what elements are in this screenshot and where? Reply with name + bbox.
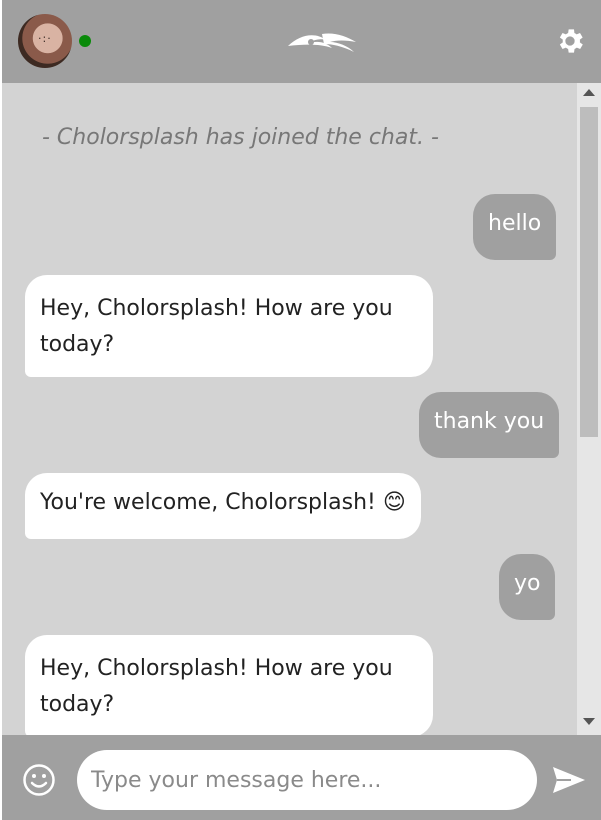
chat-widget: ·:· - Cholorsplash has joined the chat. … bbox=[0, 0, 601, 820]
scroll-up-arrow-icon[interactable] bbox=[583, 89, 595, 96]
scroll-thumb[interactable] bbox=[580, 107, 598, 437]
incoming-message: Hey, Cholorsplash! How are you today? bbox=[25, 635, 433, 735]
scroll-down-arrow-icon[interactable] bbox=[583, 718, 595, 725]
message-input[interactable] bbox=[77, 750, 537, 810]
smiley-icon[interactable] bbox=[22, 763, 56, 797]
outgoing-message: hello bbox=[473, 194, 557, 260]
outgoing-message: thank you bbox=[419, 392, 560, 458]
brand-logo-icon bbox=[288, 33, 356, 52]
incoming-message: You're welcome, Cholorsplash! 😊 bbox=[25, 473, 421, 539]
gear-icon[interactable] bbox=[554, 25, 586, 57]
incoming-message: Hey, Cholorsplash! How are you today? bbox=[25, 275, 433, 377]
user-avatar[interactable]: ·:· bbox=[18, 14, 72, 68]
system-message: - Cholorsplash has joined the chat. - bbox=[42, 125, 439, 150]
outgoing-message: yo bbox=[499, 554, 556, 620]
chat-header: ·:· bbox=[2, 0, 601, 83]
composer-bar bbox=[2, 735, 601, 820]
message-list[interactable]: - Cholorsplash has joined the chat. - he… bbox=[2, 83, 577, 735]
send-icon[interactable] bbox=[551, 765, 587, 795]
online-status-icon bbox=[79, 35, 91, 47]
chat-scrollbar[interactable] bbox=[577, 83, 601, 735]
